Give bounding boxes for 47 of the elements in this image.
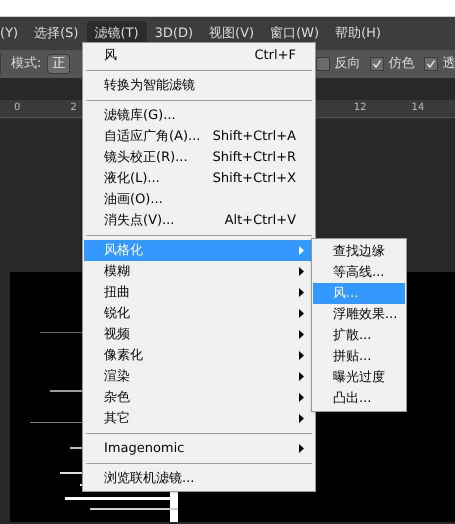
mode-dropdown[interactable]: 正: [47, 54, 70, 74]
menu-item[interactable]: 其它: [84, 408, 314, 429]
checkbox-label: 仿色: [388, 55, 414, 74]
menu-item[interactable]: Imagenomic: [84, 438, 314, 459]
ruler-label: 0: [14, 101, 20, 115]
menu-item[interactable]: 扩散...: [313, 325, 405, 346]
shortcut-label: Shift+Ctrl+X: [212, 170, 296, 188]
menu-item[interactable]: 曝光过度: [313, 367, 405, 388]
menu-item[interactable]: 视频: [84, 324, 314, 345]
menu-item[interactable]: 扭曲: [84, 282, 314, 303]
checkbox[interactable]: [316, 57, 330, 71]
menu-item[interactable]: 滤镜库(G)...: [84, 105, 314, 126]
menu-item[interactable]: 杂色: [84, 387, 314, 408]
shortcut-label: Ctrl+F: [254, 46, 296, 65]
menu-item[interactable]: 凸出...: [313, 388, 405, 409]
menu-item[interactable]: 锐化: [84, 303, 314, 324]
shortcut-label: Shift+Ctrl+R: [212, 148, 296, 167]
menu-item[interactable]: 浮雕效果...: [313, 304, 405, 325]
menu-item[interactable]: 镜头校正(R)... Shift+Ctrl+R: [84, 147, 314, 168]
ruler-label: 2: [70, 101, 77, 115]
checkbox[interactable]: [424, 57, 438, 71]
checkbox-label: 透: [442, 55, 455, 74]
menu-item[interactable]: 自适应广角(A)... Shift+Ctrl+A: [84, 126, 314, 147]
menu-item[interactable]: 像素化: [84, 345, 314, 366]
mode-label: 模式:: [11, 55, 42, 74]
checkbox[interactable]: [370, 57, 384, 71]
menu-item[interactable]: 浏览联机滤镜...: [84, 468, 314, 489]
shortcut-label: Alt+Ctrl+V: [224, 212, 296, 230]
menu-item[interactable]: 油画(O)...: [84, 189, 314, 210]
menu-bar-item[interactable]: 选择(S): [26, 20, 86, 46]
checkmark-icon: [372, 59, 382, 69]
menu-item[interactable]: 等高线...: [313, 262, 405, 283]
menu-item[interactable]: 液化(L)... Shift+Ctrl+X: [84, 168, 314, 189]
shortcut-label: Shift+Ctrl+A: [212, 128, 296, 146]
menu-item[interactable]: 消失点(V)... Alt+Ctrl+V: [84, 210, 314, 231]
ruler-label: 12: [354, 101, 366, 115]
menu-item[interactable]: 渲染: [84, 366, 314, 387]
ruler-label: 14: [411, 101, 424, 115]
checkmark-icon: [426, 59, 436, 69]
menu-item[interactable]: 拼贴...: [313, 346, 405, 367]
menu-bar-item[interactable]: 帮助(H): [327, 20, 389, 46]
menu-item[interactable]: 风 Ctrl+F: [84, 45, 314, 66]
menu-item[interactable]: 转换为智能滤镜: [84, 75, 314, 96]
menu-item[interactable]: 模糊: [84, 261, 314, 282]
checkbox-label: 反向: [334, 55, 360, 74]
menu-bar-item[interactable]: (Y): [0, 20, 26, 46]
menu-item[interactable]: 查找边缘: [313, 241, 405, 262]
